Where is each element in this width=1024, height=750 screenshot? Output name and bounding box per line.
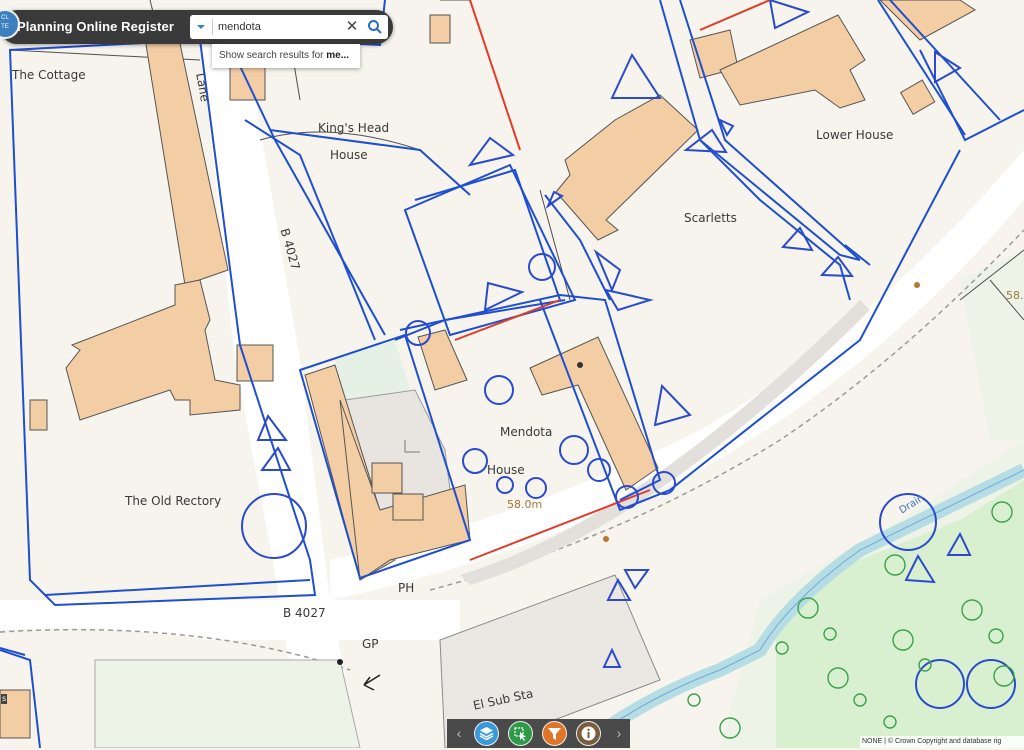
toolbar-next-button[interactable]: › [609,719,629,748]
map-toolbar: ‹ › [447,719,630,748]
select-icon[interactable] [508,721,533,746]
search-suggestion[interactable]: Show search results for me... [212,44,360,68]
label-kings-head-house: House [330,148,368,162]
search-box: ✕ [190,15,388,39]
label-edge-s: s [1,694,8,704]
map-canvas[interactable] [0,0,1024,748]
label-height-58m: 58.0m [507,498,543,511]
info-icon[interactable] [576,721,601,746]
layers-icon[interactable] [474,721,499,746]
label-b4027-horizontal: B 4027 [283,606,326,620]
suggestion-prefix: Show search results for [219,50,327,61]
label-the-cottage: The Cottage [12,68,86,82]
search-icon[interactable] [366,18,384,36]
search-input[interactable] [218,17,336,37]
map-attribution: NONE | © Crown Copyright and database ri… [860,736,1024,748]
label-lower-house: Lower House [816,128,894,142]
label-height-right: 58.1 [1006,289,1024,302]
label-scarletts: Scarletts [684,211,737,225]
app-title: Planning Online Register [17,19,174,34]
filter-icon[interactable] [542,721,567,746]
suggestion-term: me... [326,50,350,61]
label-kings-head: King's Head [318,121,390,135]
label-mendota-house: House [487,463,525,477]
clear-search-icon[interactable]: ✕ [343,18,361,36]
header-bar: CL TE Planning Online Register ✕ [0,9,393,44]
label-mendota: Mendota [500,425,553,439]
search-divider [212,19,213,35]
label-gp: GP [362,637,379,651]
search-source-dropdown-icon[interactable] [190,15,212,39]
label-old-rectory: The Old Rectory [125,494,222,508]
toolbar-prev-button[interactable]: ‹ [449,719,469,748]
label-ph: PH [398,581,415,595]
